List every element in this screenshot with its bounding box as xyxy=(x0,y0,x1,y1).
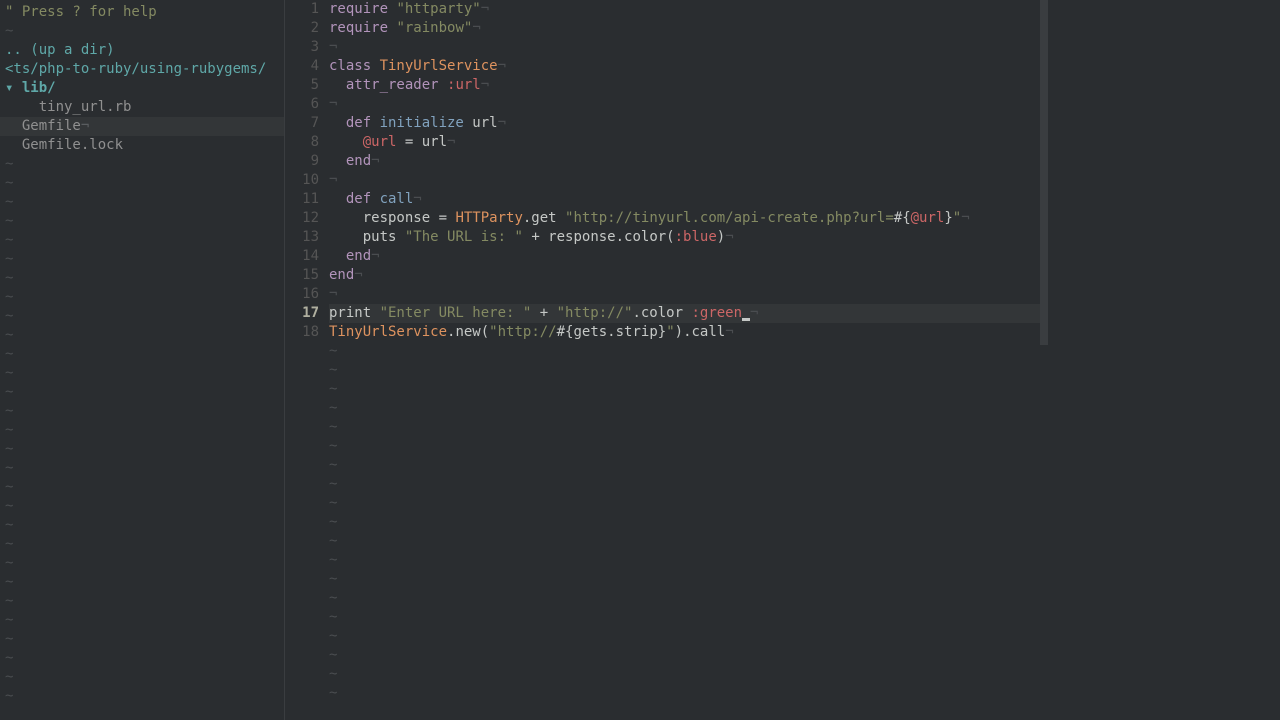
tilde-row: ~ xyxy=(329,589,1040,608)
tilde-row: ~ xyxy=(329,532,1040,551)
tilde-row: ~ xyxy=(329,399,1040,418)
code-line: def initialize url¬ xyxy=(329,114,1040,133)
tilde-row: ~ xyxy=(0,611,284,630)
tilde-row: ~ xyxy=(0,364,284,383)
file-tree-sidebar: " Press ? for help ~ .. (up a dir) <ts/p… xyxy=(0,0,285,720)
code-line: ¬ xyxy=(329,38,1040,57)
tilde-row: ~ xyxy=(329,513,1040,532)
code-line-current: print "Enter URL here: " + "http://".col… xyxy=(329,304,1040,323)
file-gemfile-lock[interactable]: Gemfile.lock xyxy=(0,136,284,155)
file-tiny-url[interactable]: tiny_url.rb xyxy=(0,98,284,117)
cursor xyxy=(742,318,750,321)
code-line: puts "The URL is: " + response.color(:bl… xyxy=(329,228,1040,247)
code-line: end¬ xyxy=(329,266,1040,285)
tilde-row: ~ xyxy=(0,592,284,611)
tilde-row: ~ xyxy=(0,535,284,554)
tilde-row: ~ xyxy=(0,402,284,421)
tilde-row: ~ xyxy=(0,649,284,668)
tilde-row: ~ xyxy=(0,22,284,41)
code-area[interactable]: require "httparty"¬ require "rainbow"¬ ¬… xyxy=(327,0,1040,720)
tilde-row: ~ xyxy=(0,307,284,326)
code-line: class TinyUrlService¬ xyxy=(329,57,1040,76)
current-line-number: 17 xyxy=(285,304,319,323)
code-line: end¬ xyxy=(329,152,1040,171)
breadcrumb-path: <ts/php-to-ruby/using-rubygems/ xyxy=(0,60,284,79)
code-line: ¬ xyxy=(329,171,1040,190)
line-number-gutter: 1 2 3 4 5 6 7 8 9 10 11 12 13 14 15 16 1… xyxy=(285,0,327,720)
tilde-row: ~ xyxy=(329,475,1040,494)
tilde-row: ~ xyxy=(0,459,284,478)
code-line: require "rainbow"¬ xyxy=(329,19,1040,38)
code-line: response = HTTParty.get "http://tinyurl.… xyxy=(329,209,1040,228)
tilde-row: ~ xyxy=(0,573,284,592)
tilde-row: ~ xyxy=(0,155,284,174)
code-line: require "httparty"¬ xyxy=(329,0,1040,19)
tilde-row: ~ xyxy=(0,630,284,649)
tilde-row: ~ xyxy=(329,684,1040,703)
code-line: def call¬ xyxy=(329,190,1040,209)
tilde-row: ~ xyxy=(0,478,284,497)
tilde-row: ~ xyxy=(329,418,1040,437)
tilde-row: ~ xyxy=(329,627,1040,646)
help-text: " Press ? for help xyxy=(0,2,284,22)
code-line: end¬ xyxy=(329,247,1040,266)
tilde-row: ~ xyxy=(0,193,284,212)
file-gemfile[interactable]: Gemfile¬ xyxy=(0,117,284,136)
tilde-row: ~ xyxy=(0,212,284,231)
tilde-row: ~ xyxy=(0,288,284,307)
up-dir[interactable]: .. (up a dir) xyxy=(0,41,284,60)
tilde-row: ~ xyxy=(329,646,1040,665)
tilde-row: ~ xyxy=(0,421,284,440)
tilde-row: ~ xyxy=(329,665,1040,684)
code-line: @url = url¬ xyxy=(329,133,1040,152)
code-line: attr_reader :url¬ xyxy=(329,76,1040,95)
tilde-row: ~ xyxy=(0,383,284,402)
tilde-row: ~ xyxy=(329,494,1040,513)
code-line: TinyUrlService.new("http://#{gets.strip}… xyxy=(329,323,1040,342)
tilde-row: ~ xyxy=(0,440,284,459)
tilde-row: ~ xyxy=(0,516,284,535)
tilde-row: ~ xyxy=(0,687,284,706)
tilde-row: ~ xyxy=(329,380,1040,399)
editor-pane[interactable]: 1 2 3 4 5 6 7 8 9 10 11 12 13 14 15 16 1… xyxy=(285,0,1040,720)
tilde-row: ~ xyxy=(0,668,284,687)
code-line: ¬ xyxy=(329,285,1040,304)
folder-lib[interactable]: ▾ lib/ xyxy=(0,79,284,98)
tilde-row: ~ xyxy=(329,551,1040,570)
tilde-row: ~ xyxy=(329,437,1040,456)
tilde-row: ~ xyxy=(329,608,1040,627)
tilde-row: ~ xyxy=(0,231,284,250)
tilde-row: ~ xyxy=(0,497,284,516)
tilde-row: ~ xyxy=(0,554,284,573)
tilde-row: ~ xyxy=(329,570,1040,589)
tilde-row: ~ xyxy=(329,342,1040,361)
tilde-row: ~ xyxy=(0,269,284,288)
tilde-row: ~ xyxy=(329,361,1040,380)
tilde-row: ~ xyxy=(0,250,284,269)
right-margin-indicator xyxy=(1040,0,1048,345)
tilde-row: ~ xyxy=(0,345,284,364)
right-margin xyxy=(1040,0,1280,720)
code-line: ¬ xyxy=(329,95,1040,114)
tilde-row: ~ xyxy=(0,174,284,193)
tilde-row: ~ xyxy=(329,456,1040,475)
tilde-row: ~ xyxy=(0,326,284,345)
